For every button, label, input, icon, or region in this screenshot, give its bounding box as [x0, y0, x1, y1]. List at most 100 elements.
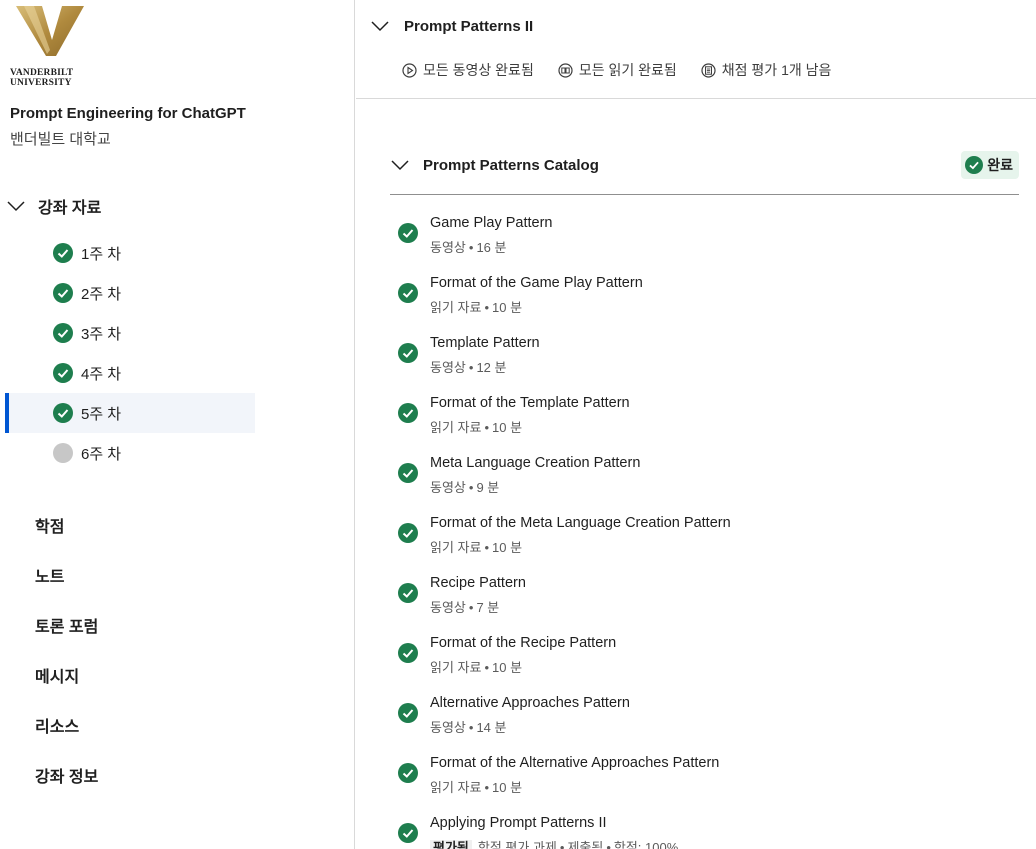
week-item-1[interactable]: 1주 차 [5, 233, 255, 273]
chevron-down-icon [371, 21, 389, 32]
nav-item-resources[interactable]: 리소스 [35, 700, 98, 750]
graded-stat: 채점 평가 1개 남음 [701, 60, 831, 80]
week-item-2[interactable]: 2주 차 [5, 273, 255, 313]
week-label: 5주 차 [81, 405, 122, 423]
item-title: Format of the Template Pattern [430, 395, 630, 411]
week-label: 1주 차 [81, 245, 122, 263]
section-header: Prompt Patterns Catalog 완료 [390, 150, 1019, 180]
item-meta: 읽기 자료 • 10 분 [430, 780, 523, 795]
divider [390, 194, 1019, 195]
course-title[interactable]: Prompt Engineering for ChatGPT [10, 105, 246, 122]
check-circle-icon [53, 403, 73, 423]
item-title: Format of the Recipe Pattern [430, 635, 617, 651]
reading-icon [558, 62, 573, 78]
course-sidebar: VANDERBILT UNIVERSITY Prompt Engineering… [0, 0, 355, 849]
check-circle-icon [965, 156, 984, 174]
list-item[interactable]: Recipe Pattern 동영상 • 7 분 [398, 566, 1018, 626]
check-circle-icon [398, 703, 418, 723]
main-content: Prompt Patterns II 모든 동영상 완료됨 모든 읽기 완료됨 [356, 0, 1036, 849]
item-title: Template Pattern [430, 335, 540, 351]
item-title: Format of the Alternative Approaches Pat… [430, 755, 720, 771]
nav-item-course-info[interactable]: 강좌 정보 [35, 750, 98, 800]
item-title: Meta Language Creation Pattern [430, 455, 641, 471]
check-circle-icon [398, 283, 418, 303]
course-materials-label: 강좌 자료 [38, 200, 102, 217]
item-title: Game Play Pattern [430, 215, 553, 231]
item-meta: 동영상 • 16 분 [430, 240, 507, 255]
item-title: Alternative Approaches Pattern [430, 695, 630, 711]
graded-tag: 평가됨 [430, 840, 472, 849]
videos-stat: 모든 동영상 완료됨 [402, 60, 534, 80]
assignment-icon [701, 62, 716, 78]
check-circle-icon [398, 823, 418, 843]
course-organization: 밴더빌트 대학교 [10, 131, 111, 148]
list-item-graded-assignment[interactable]: Applying Prompt Patterns II 평가됨 학점 평가 과제 •… [398, 806, 1018, 849]
item-title: Format of the Game Play Pattern [430, 275, 643, 291]
vanderbilt-v-icon [16, 6, 84, 56]
chevron-down-icon[interactable] [390, 158, 410, 172]
check-circle-icon [398, 343, 418, 363]
list-item[interactable]: Template Pattern 동영상 • 12 분 [398, 326, 1018, 386]
week-label: 2주 차 [81, 285, 122, 303]
item-meta: 읽기 자료 • 10 분 [430, 540, 523, 555]
week-item-5[interactable]: 5주 차 [5, 393, 255, 433]
list-item[interactable]: Game Play Pattern 동영상 • 16 분 [398, 206, 1018, 266]
week-label: 6주 차 [81, 445, 122, 463]
check-circle-icon [53, 243, 73, 263]
list-item[interactable]: Alternative Approaches Pattern 동영상 • 14 분 [398, 686, 1018, 746]
divider [356, 98, 1036, 99]
item-meta: 동영상 • 12 분 [430, 360, 507, 375]
check-circle-icon [53, 363, 73, 383]
university-logo[interactable]: VANDERBILT UNIVERSITY [10, 6, 92, 88]
item-title: Format of the Meta Language Creation Pat… [430, 515, 731, 531]
item-meta: 읽기 자료 • 10 분 [430, 660, 523, 675]
list-item[interactable]: Format of the Meta Language Creation Pat… [398, 506, 1018, 566]
nav-item-notes[interactable]: 노트 [35, 550, 98, 600]
nav-item-forums[interactable]: 토론 포럼 [35, 600, 98, 650]
list-item[interactable]: Format of the Template Pattern 읽기 자료 • 10 … [398, 386, 1018, 446]
module-stats: 모든 동영상 완료됨 모든 읽기 완료됨 채점 평가 1개 남음 [402, 60, 855, 80]
empty-circle-icon [53, 443, 73, 463]
item-title: Recipe Pattern [430, 575, 526, 591]
week-label: 4주 차 [81, 365, 122, 383]
list-item[interactable]: Format of the Recipe Pattern 읽기 자료 • 10 분 [398, 626, 1018, 686]
course-materials-toggle[interactable]: 강좌 자료 [6, 194, 101, 218]
check-circle-icon [398, 223, 418, 243]
week-item-3[interactable]: 3주 차 [5, 313, 255, 353]
module-toggle[interactable]: Prompt Patterns II [370, 14, 533, 38]
module-title: Prompt Patterns II [404, 17, 534, 35]
item-meta: 동영상 • 14 분 [430, 720, 507, 735]
check-circle-icon [398, 463, 418, 483]
item-meta: 동영상 • 7 분 [430, 600, 500, 615]
check-circle-icon [53, 283, 73, 303]
week-item-4[interactable]: 4주 차 [5, 353, 255, 393]
chevron-down-icon [7, 201, 25, 212]
app-root: VANDERBILT UNIVERSITY Prompt Engineering… [0, 0, 1036, 849]
play-circle-icon [402, 62, 417, 78]
check-circle-icon [398, 403, 418, 423]
item-meta: 평가됨 학점 평가 과제 • 제출됨 • 학점: 100% [430, 837, 678, 849]
week-item-6[interactable]: 6주 차 [5, 433, 255, 473]
check-circle-icon [398, 583, 418, 603]
list-item[interactable]: Format of the Game Play Pattern 읽기 자료 • 10… [398, 266, 1018, 326]
list-item[interactable]: Format of the Alternative Approaches Pat… [398, 746, 1018, 806]
check-circle-icon [398, 643, 418, 663]
section-title[interactable]: Prompt Patterns Catalog [423, 157, 599, 174]
item-title: Applying Prompt Patterns II [430, 815, 607, 831]
item-meta: 동영상 • 9 분 [430, 480, 500, 495]
sidebar-nav: 학점 노트 토론 포럼 메시지 리소스 강좌 정보 [35, 500, 98, 800]
item-meta: 읽기 자료 • 10 분 [430, 420, 523, 435]
check-circle-icon [398, 523, 418, 543]
check-circle-icon [53, 323, 73, 343]
week-list: 1주 차 2주 차 3주 차 4주 차 5주 차 6주 차 [5, 233, 255, 473]
complete-badge: 완료 [961, 151, 1019, 179]
list-item[interactable]: Meta Language Creation Pattern 동영상 • 9 분 [398, 446, 1018, 506]
check-circle-icon [398, 763, 418, 783]
lesson-list: Game Play Pattern 동영상 • 16 분 Format of the… [398, 206, 1018, 849]
nav-item-messages[interactable]: 메시지 [35, 650, 98, 700]
nav-item-grades[interactable]: 학점 [35, 500, 98, 550]
readings-stat: 모든 읽기 완료됨 [558, 60, 677, 80]
item-meta: 읽기 자료 • 10 분 [430, 300, 523, 315]
logo-wordmark: VANDERBILT UNIVERSITY [10, 68, 74, 88]
week-label: 3주 차 [81, 325, 122, 343]
